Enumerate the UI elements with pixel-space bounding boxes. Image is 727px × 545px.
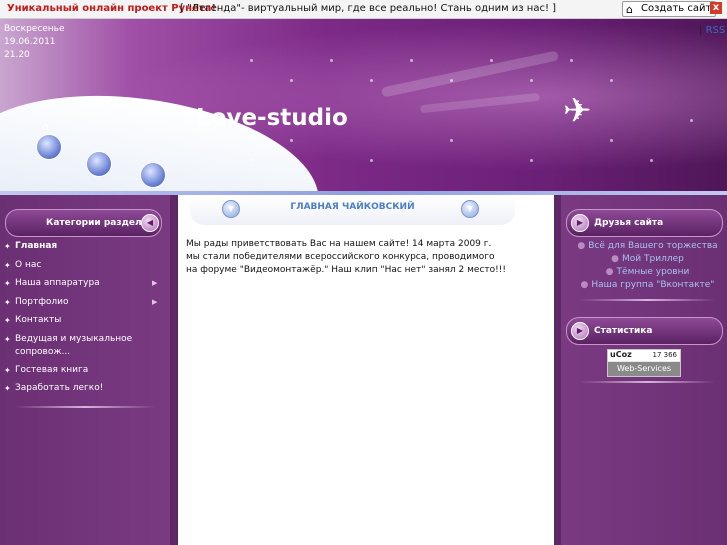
rss-area: | RSS bbox=[699, 25, 725, 36]
menu-item-label: Главная bbox=[15, 241, 58, 251]
sidebar-divider bbox=[580, 381, 715, 383]
star-icon: ✦ bbox=[4, 316, 11, 325]
date-block: Воскресенье 19.06.2011 21.20 bbox=[4, 23, 65, 62]
star-icon: ✦ bbox=[4, 384, 11, 393]
chevron-down-icon: ▼ bbox=[461, 200, 479, 218]
bullet-icon: ● bbox=[580, 280, 589, 290]
friend-link[interactable]: Наша группа "Вконтакте" bbox=[591, 280, 714, 290]
friend-link[interactable]: Мой Триллер bbox=[622, 254, 684, 264]
friends-heading-label: Друзья сайта bbox=[594, 218, 664, 228]
bubble-decoration bbox=[86, 151, 112, 177]
menu-item-earn[interactable]: ✦ Заработать легко! bbox=[0, 382, 165, 401]
bubble-decoration bbox=[140, 162, 166, 188]
star-icon: ✦ bbox=[4, 279, 11, 288]
bubble-decoration bbox=[36, 134, 62, 160]
counter-value: 17 366 bbox=[652, 351, 678, 359]
stats-heading: ▶ Статистика bbox=[566, 317, 723, 345]
list-item[interactable]: ● Тёмные уровни bbox=[575, 266, 720, 279]
chevron-left-icon: ◀ bbox=[141, 214, 159, 232]
menu-item-guestbook[interactable]: ✦ Гостевая книга bbox=[0, 364, 165, 383]
menu-item-home[interactable]: ✦ Главная bbox=[0, 240, 165, 259]
counter-brand: uCoz bbox=[610, 350, 632, 359]
friends-heading: ▶ Друзья сайта bbox=[566, 209, 723, 237]
close-icon[interactable]: x bbox=[710, 2, 722, 14]
menu-item-label: О нас bbox=[15, 259, 42, 270]
menu-item-label: Контакты bbox=[15, 315, 62, 325]
time: 21.20 bbox=[4, 50, 30, 60]
date: 19.06.2011 bbox=[4, 37, 56, 47]
friends-list: ● Всё для Вашего торжества ● Мой Триллер ●… bbox=[575, 240, 720, 292]
menu-item-label: Наша аппаратура bbox=[15, 278, 100, 288]
category-menu: ✦ Главная ✦ О нас ✦ Наша аппаратура ▶ ✦ … bbox=[0, 240, 165, 401]
categories-heading: Категории раздела ◀ bbox=[5, 209, 162, 237]
friend-link[interactable]: Тёмные уровни bbox=[617, 267, 690, 277]
sidebar-divider bbox=[580, 299, 715, 301]
list-item[interactable]: ● Наша группа "Вконтакте" bbox=[575, 279, 720, 292]
menu-item-portfolio[interactable]: ✦ Портфолио ▶ bbox=[0, 296, 165, 315]
bullet-icon: ● bbox=[605, 267, 614, 277]
arrow-decoration bbox=[419, 92, 541, 114]
bullet-icon: ● bbox=[577, 241, 586, 251]
paper-plane-icon: ✈ bbox=[563, 91, 592, 131]
ucoz-counter[interactable]: uCoz 17 366 Web-Services bbox=[607, 349, 681, 377]
menu-item-about[interactable]: ✦ О нас bbox=[0, 259, 165, 278]
menu-item-label: Заработать легко! bbox=[15, 383, 104, 393]
list-item[interactable]: ● Всё для Вашего торжества bbox=[575, 240, 720, 253]
weekday: Воскресенье bbox=[4, 24, 65, 34]
star-icon: ✦ bbox=[4, 242, 11, 251]
counter-top: uCoz 17 366 bbox=[608, 350, 680, 361]
star-icon: ✦ bbox=[4, 365, 11, 375]
submenu-arrow-icon: ▶ bbox=[152, 279, 158, 287]
rss-link[interactable]: RSS bbox=[706, 25, 726, 36]
menu-item-contacts[interactable]: ✦ Контакты bbox=[0, 314, 165, 333]
rss-separator: | bbox=[699, 25, 703, 36]
counter-caption: Web-Services bbox=[608, 362, 680, 376]
menu-item-host[interactable]: ✦ Ведущая и музыкальное сопровож... bbox=[0, 333, 165, 364]
legend-banner-link[interactable]: [ "Легенда"- виртуальный мир, где все ре… bbox=[180, 0, 556, 18]
bullet-icon: ● bbox=[611, 254, 620, 264]
chevron-right-icon: ▶ bbox=[571, 322, 589, 340]
list-item[interactable]: ● Мой Триллер bbox=[575, 253, 720, 266]
menu-item-label: Портфолио bbox=[15, 296, 69, 307]
stats-heading-label: Статистика bbox=[594, 326, 653, 336]
house-icon: ⌂ bbox=[626, 3, 633, 16]
star-icon: ✦ bbox=[4, 260, 11, 270]
menu-item-equipment[interactable]: ✦ Наша аппаратура ▶ bbox=[0, 277, 165, 296]
create-site-button[interactable]: ⌂ Создать сайт bbox=[622, 1, 717, 17]
welcome-text: Мы рады приветствовать Вас на нашем сайт… bbox=[186, 239, 506, 275]
menu-item-label: Гостевая книга bbox=[15, 364, 89, 375]
arrow-decoration bbox=[380, 50, 560, 98]
categories-heading-label: Категории раздела bbox=[46, 218, 148, 228]
submenu-arrow-icon: ▶ bbox=[152, 297, 158, 306]
site-title[interactable]: Love-studio bbox=[196, 105, 348, 131]
friend-link[interactable]: Всё для Вашего торжества bbox=[588, 241, 717, 251]
home-icon[interactable]: ⌂ bbox=[42, 120, 49, 133]
sidebar-divider bbox=[15, 406, 155, 408]
star-icon: ✦ bbox=[4, 334, 11, 344]
chevron-down-icon: ▼ bbox=[222, 200, 240, 218]
create-site-label: Создать сайт bbox=[641, 3, 712, 14]
menu-item-label: Ведущая и музыкальное сопровож... bbox=[15, 333, 133, 357]
chevron-right-icon: ▶ bbox=[571, 214, 589, 232]
site-header: Воскресенье 19.06.2011 21.20 | RSS Love-… bbox=[0, 19, 727, 191]
star-icon: ✦ bbox=[4, 297, 11, 307]
top-promo-bar: Уникальный онлайн проект Рунета! [ "Леге… bbox=[0, 0, 727, 19]
